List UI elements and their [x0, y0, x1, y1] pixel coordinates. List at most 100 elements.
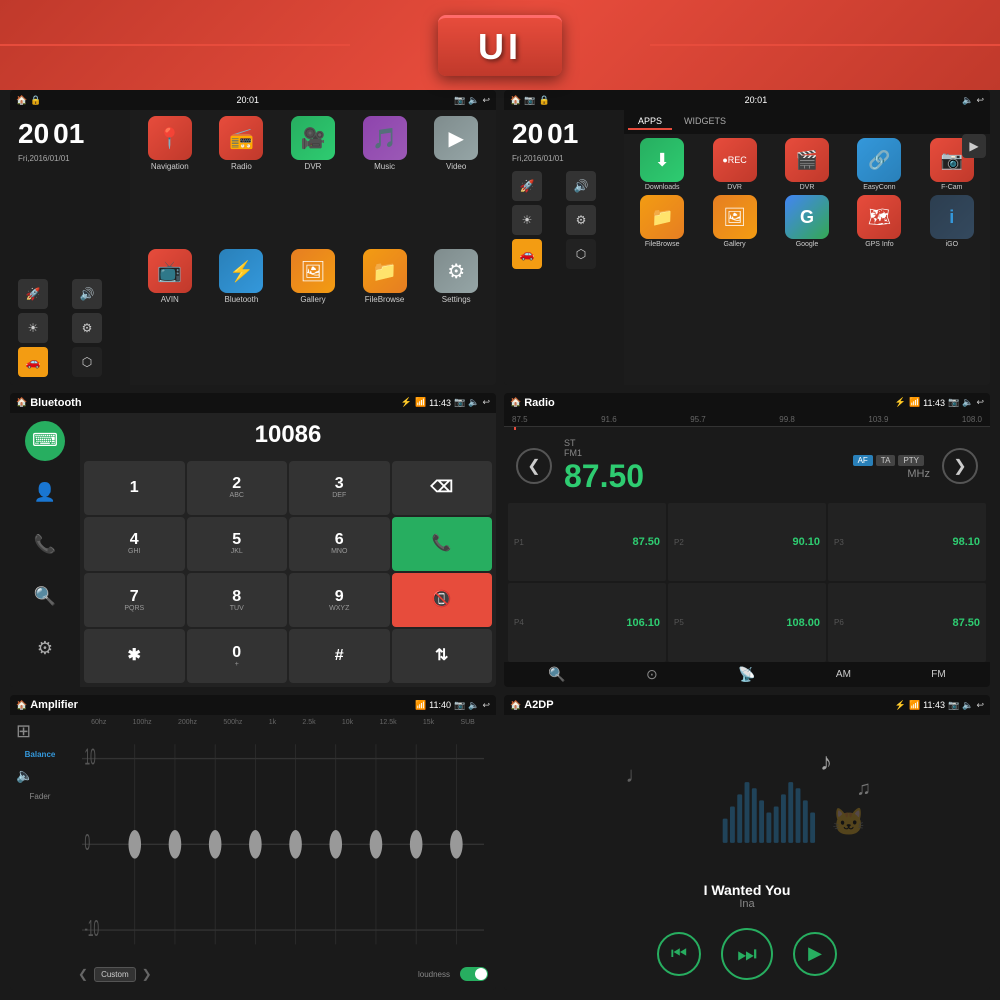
preset-freq-2: 90.10: [792, 536, 820, 548]
app-navigation[interactable]: 📍 Navigation: [136, 116, 204, 245]
app2-dvr1[interactable]: ●REC DVR: [700, 138, 768, 191]
freq-2_5k: 2.5k: [302, 719, 315, 726]
vol-icon-5: 🔈: [468, 700, 479, 711]
dial-key-star[interactable]: ✱: [84, 629, 185, 683]
dial-key-hash[interactable]: #: [289, 629, 390, 683]
wifi-icon-3: 📶: [415, 397, 426, 408]
app2-easyconn[interactable]: 🔗 EasyConn: [845, 138, 913, 191]
radio-search-icon[interactable]: 🔍: [548, 666, 565, 683]
eq-handle-1: [128, 830, 141, 859]
loudness-toggle[interactable]: [460, 967, 488, 981]
dial-key-6[interactable]: 6 MNO: [289, 517, 390, 571]
apps-ctrl-2[interactable]: 🔊: [566, 171, 596, 201]
dvr3-label: DVR: [800, 184, 815, 191]
app-music[interactable]: 🎵 Music: [351, 116, 419, 245]
preset-p1[interactable]: P1 87.50: [508, 503, 666, 582]
eq-freq-labels: 60hz 100hz 200hz 500hz 1k 2.5k 10k 12.5k…: [74, 719, 492, 726]
app2-google[interactable]: G Google: [773, 195, 841, 248]
dial-key-3[interactable]: 3 DEF: [289, 461, 390, 515]
music-next-button[interactable]: ▶: [793, 932, 837, 976]
apps-ctrl-3[interactable]: ☀: [512, 205, 542, 235]
apps-ctrl-5[interactable]: 🚗: [512, 239, 542, 269]
radio-am-btn[interactable]: AM: [836, 669, 851, 680]
bt-contacts-btn[interactable]: 👤: [25, 473, 65, 513]
preset-p4[interactable]: P4 106.10: [508, 583, 666, 662]
music-prev-button[interactable]: ⏮: [657, 932, 701, 976]
eq-preset-button[interactable]: Custom: [94, 967, 136, 982]
eq-next-arrow[interactable]: ❯: [142, 967, 152, 981]
ctrl-btn-6[interactable]: ⬡: [72, 347, 102, 377]
dial-key-backspace[interactable]: ⌫: [392, 461, 493, 515]
bt-settings-btn[interactable]: ⚙: [25, 629, 65, 669]
app-settings[interactable]: ⚙ Settings: [422, 249, 490, 378]
gpsinfo-label: GPS Info: [865, 241, 893, 248]
radio-antenna-icon[interactable]: 📡: [738, 666, 755, 683]
app2-igo[interactable]: i iGO: [918, 195, 986, 248]
radio-next-button[interactable]: ❯: [942, 448, 978, 484]
ctrl-btn-4[interactable]: ⚙: [72, 313, 102, 343]
dial-key-8[interactable]: 8 TUV: [187, 573, 288, 627]
store-icon[interactable]: ▶: [962, 134, 986, 158]
apps-ctrl-1[interactable]: 🚀: [512, 171, 542, 201]
dial-key-5[interactable]: 5 JKL: [187, 517, 288, 571]
app-filebrowse[interactable]: 📁 FileBrowse: [351, 249, 419, 378]
app2-filebrowse[interactable]: 📁 FileBrowse: [628, 195, 696, 248]
dial-key-9[interactable]: 9 WXYZ: [289, 573, 390, 627]
video-label: Video: [446, 162, 466, 171]
app2-gpsinfo[interactable]: 🗺 GPS Info: [845, 195, 913, 248]
radio-af-buttons: AF TA PTY: [847, 453, 930, 468]
downloads-label: Downloads: [645, 184, 680, 191]
radio-info-icon[interactable]: ⊙: [646, 666, 658, 683]
tab-apps[interactable]: APPS: [628, 114, 672, 130]
bt-search-btn[interactable]: 🔍: [25, 577, 65, 617]
bt-calls-btn[interactable]: 📞: [25, 525, 65, 565]
app2-gallery[interactable]: 🖼 Gallery: [700, 195, 768, 248]
app2-downloads[interactable]: ⬇ Downloads: [628, 138, 696, 191]
dial-key-4[interactable]: 4 GHI: [84, 517, 185, 571]
bt-header-title: Bluetooth: [30, 397, 81, 409]
eq-controls-icon[interactable]: ⊞: [16, 721, 64, 742]
app2-dvr2[interactable]: 🎬 DVR: [773, 138, 841, 191]
app-video[interactable]: ▶ Video: [422, 116, 490, 245]
volume-icon-amp[interactable]: 🔈: [16, 767, 64, 784]
apps-clock-min: 01: [547, 118, 578, 150]
music-artist: Ina: [512, 898, 982, 910]
freq-1k: 1k: [269, 719, 276, 726]
radio-prev-button[interactable]: ❮: [516, 448, 552, 484]
dial-key-hangup[interactable]: 📵: [392, 573, 493, 627]
dial-key-1[interactable]: 1: [84, 461, 185, 515]
dial-key-2[interactable]: 2 ABC: [187, 461, 288, 515]
music-play-pause-button[interactable]: ⏭: [721, 928, 773, 980]
ta-button[interactable]: TA: [876, 455, 896, 466]
ctrl-btn-3[interactable]: ☀: [18, 313, 48, 343]
eq-prev-arrow[interactable]: ❮: [78, 967, 88, 981]
tab-widgets[interactable]: WIDGETS: [674, 114, 736, 130]
app-avin[interactable]: 📺 AVIN: [136, 249, 204, 378]
app-gallery[interactable]: 🖼 Gallery: [279, 249, 347, 378]
freq-200hz: 200hz: [178, 719, 197, 726]
app-radio[interactable]: 📻 Radio: [208, 116, 276, 245]
preset-p2[interactable]: P2 90.10: [668, 503, 826, 582]
preset-p6[interactable]: P6 87.50: [828, 583, 986, 662]
apps-ctrl-4[interactable]: ⚙: [566, 205, 596, 235]
preset-p3[interactable]: P3 98.10: [828, 503, 986, 582]
ctrl-btn-2[interactable]: 🔊: [72, 279, 102, 309]
dial-key-7[interactable]: 7 PQRS: [84, 573, 185, 627]
ctrl-btn-5[interactable]: 🚗: [18, 347, 48, 377]
preset-p5[interactable]: P5 108.00: [668, 583, 826, 662]
gallery2-icon: 🖼: [713, 195, 757, 239]
cam-icon-5: 📷: [454, 700, 465, 711]
dial-key-call[interactable]: 📞: [392, 517, 493, 571]
apps-ctrl-6[interactable]: ⬡: [566, 239, 596, 269]
pty-button[interactable]: PTY: [898, 455, 924, 466]
freq-100hz: 100hz: [133, 719, 152, 726]
freq-sub: SUB: [460, 719, 474, 726]
af-button[interactable]: AF: [853, 455, 873, 466]
bt-dialpad-btn[interactable]: ⌨: [25, 421, 65, 461]
app-dvr[interactable]: 🎥 DVR: [279, 116, 347, 245]
dial-key-0[interactable]: 0 +: [187, 629, 288, 683]
radio-fm-btn[interactable]: FM: [931, 669, 945, 680]
dial-key-swap[interactable]: ⇅: [392, 629, 493, 683]
app-bluetooth[interactable]: ⚡ Bluetooth: [208, 249, 276, 378]
ctrl-btn-1[interactable]: 🚀: [18, 279, 48, 309]
